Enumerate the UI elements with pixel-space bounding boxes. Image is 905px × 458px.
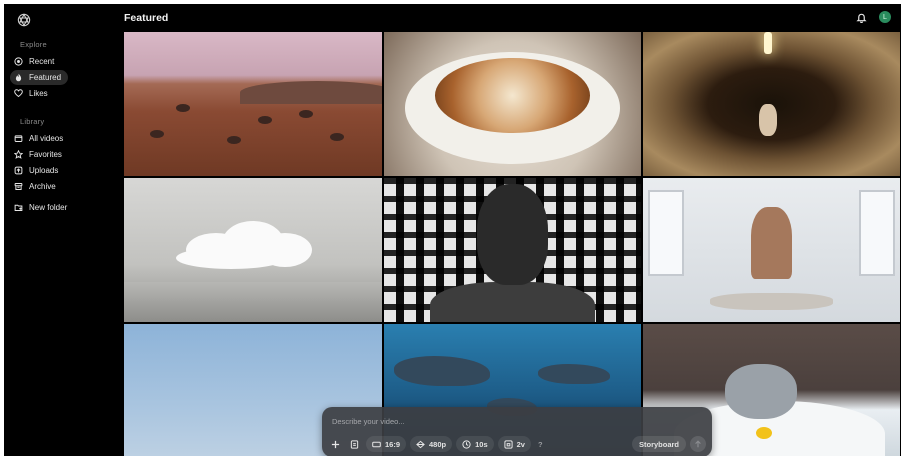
preset-icon xyxy=(350,439,359,449)
featured-video-grid xyxy=(124,32,901,456)
preset-button[interactable] xyxy=(347,436,362,452)
bell-icon[interactable] xyxy=(856,12,867,23)
sidebar-item-label: Featured xyxy=(29,73,62,82)
folder-plus-icon xyxy=(14,204,23,211)
sidebar-item-label: Favorites xyxy=(29,150,62,159)
sidebar-item-recent[interactable]: Recent xyxy=(10,54,105,69)
prompt-input[interactable] xyxy=(332,415,692,427)
video-tile-mouse-in-cave[interactable] xyxy=(643,32,900,176)
send-button[interactable] xyxy=(690,436,706,452)
upload-icon xyxy=(14,166,23,175)
star-icon xyxy=(14,150,23,159)
duration-button[interactable]: 10s xyxy=(456,436,494,452)
flame-icon xyxy=(15,73,22,82)
variations-icon xyxy=(504,439,513,449)
sidebar-item-likes[interactable]: Likes xyxy=(10,86,105,101)
new-folder-label: New folder xyxy=(29,203,68,212)
sidebar: Explore Recent Featured Likes Library Al… xyxy=(4,4,122,456)
video-tile-martian-desert[interactable] xyxy=(124,32,382,176)
variations-value: 2v xyxy=(516,439,525,449)
sidebar-item-label: Recent xyxy=(29,57,55,66)
avatar[interactable]: L xyxy=(879,11,891,23)
archive-icon xyxy=(14,183,23,190)
app-window: Explore Recent Featured Likes Library Al… xyxy=(4,4,901,456)
clock-icon xyxy=(14,57,23,66)
aspect-ratio-value: 16:9 xyxy=(385,439,401,449)
sidebar-item-label: Uploads xyxy=(29,166,59,175)
aspect-ratio-button[interactable]: 16:9 xyxy=(366,436,407,452)
variations-button[interactable]: 2v xyxy=(497,436,531,452)
plus-icon xyxy=(331,440,340,448)
diamond-icon xyxy=(416,440,425,448)
composer-toolbar: 16:9 480p 10s 2v ? Storyboard xyxy=(328,436,706,452)
explore-section-title: Explore xyxy=(20,40,47,49)
sidebar-item-featured[interactable]: Featured xyxy=(10,70,68,85)
library-section-title: Library xyxy=(20,117,45,126)
openai-knot-icon[interactable] xyxy=(16,12,32,28)
video-tile-portrait-shadows[interactable] xyxy=(384,178,641,322)
timer-icon xyxy=(462,439,471,449)
duration-value: 10s xyxy=(475,439,488,449)
top-header: Featured L xyxy=(124,4,901,32)
folder-icon xyxy=(14,135,23,142)
resolution-button[interactable]: 480p xyxy=(410,436,453,452)
resolution-value: 480p xyxy=(429,439,447,449)
new-folder-button[interactable]: New folder xyxy=(10,200,105,215)
video-tile-yoga-man[interactable] xyxy=(643,178,900,322)
arrow-up-icon xyxy=(695,440,701,448)
sidebar-item-favorites[interactable]: Favorites xyxy=(10,147,105,162)
sidebar-item-label: Archive xyxy=(29,182,56,191)
video-tile-latte-art[interactable] xyxy=(384,32,641,176)
video-prompt-composer: 16:9 480p 10s 2v ? Storyboard xyxy=(322,407,712,456)
sidebar-item-uploads[interactable]: Uploads xyxy=(10,163,105,178)
page-title: Featured xyxy=(124,12,169,24)
heart-icon xyxy=(14,89,23,98)
sidebar-item-all-videos[interactable]: All videos xyxy=(10,131,105,146)
video-tile-cloud-in-room[interactable] xyxy=(124,178,382,322)
storyboard-button[interactable]: Storyboard xyxy=(631,436,686,452)
sidebar-item-label: Likes xyxy=(29,89,48,98)
sidebar-item-label: All videos xyxy=(29,134,64,143)
add-media-button[interactable] xyxy=(328,436,343,452)
aspect-ratio-icon xyxy=(372,441,381,447)
sidebar-item-archive[interactable]: Archive xyxy=(10,179,105,194)
help-button[interactable]: ? xyxy=(535,436,546,452)
